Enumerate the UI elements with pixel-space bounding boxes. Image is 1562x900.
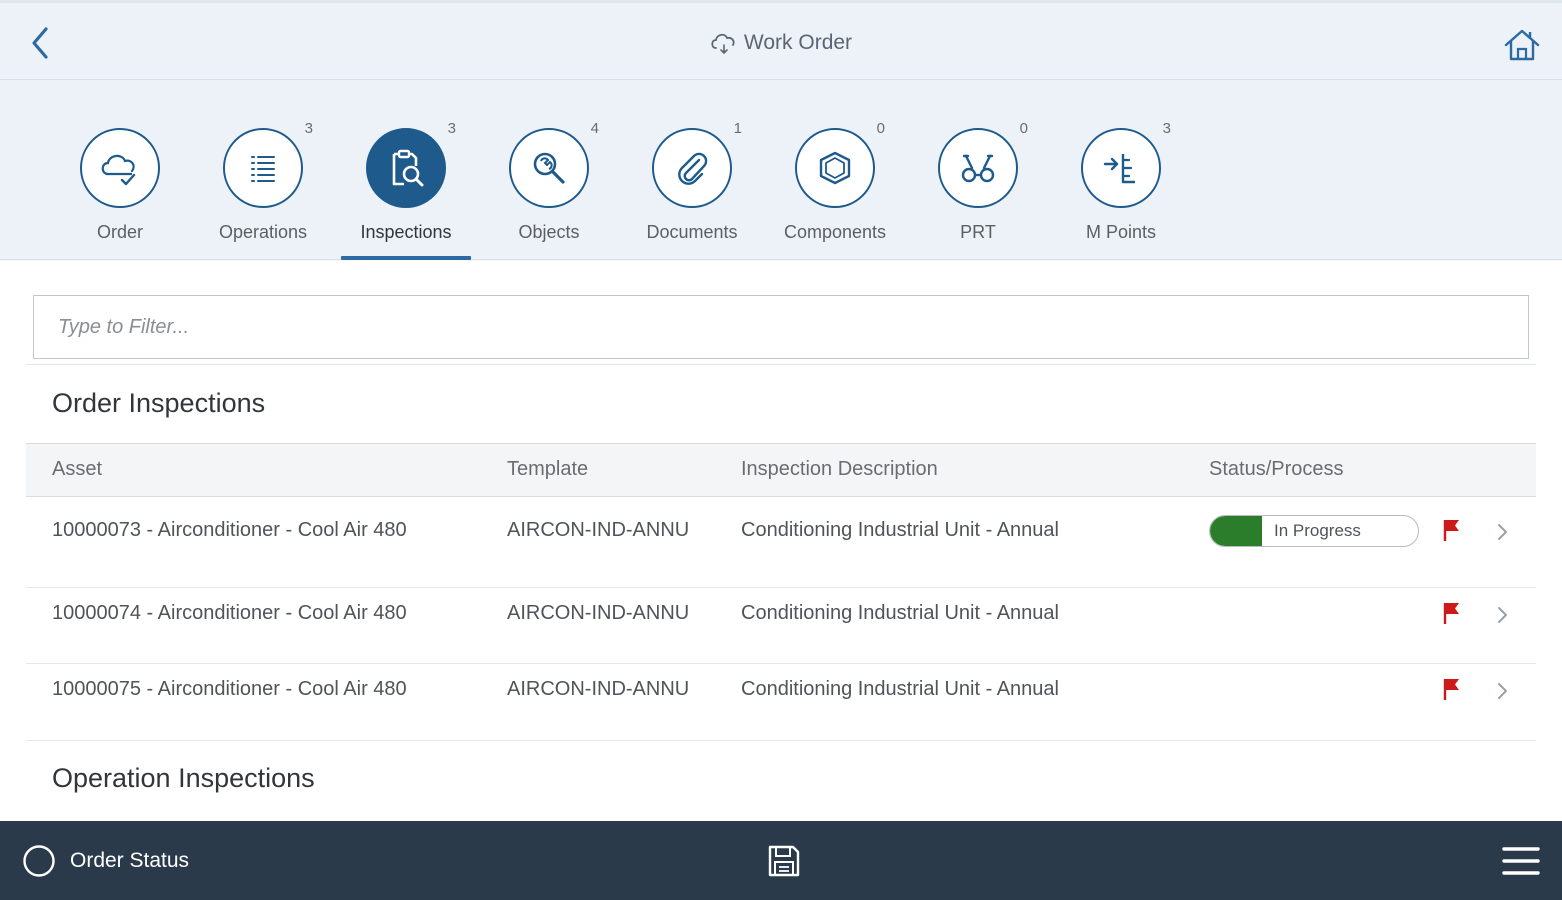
tab-inspections[interactable]: 3 Inspections: [341, 120, 471, 260]
tab-count: 3: [1162, 120, 1171, 137]
status-progress: In Progress: [1209, 515, 1419, 547]
tab-operations[interactable]: 3 Operations: [198, 120, 328, 260]
home-button[interactable]: [1502, 25, 1542, 65]
tab-prt[interactable]: 0 PRT: [913, 120, 1043, 260]
save-button[interactable]: [764, 841, 804, 881]
tab-documents[interactable]: 1 Documents: [627, 120, 757, 260]
home-icon: [1504, 29, 1540, 61]
chevron-right-icon: [1498, 524, 1507, 540]
flag-icon: [1443, 603, 1459, 624]
tab-count: 0: [876, 120, 885, 137]
flag-icon: [1443, 520, 1459, 541]
tab-count: 3: [447, 120, 456, 137]
column-header-asset: Asset: [52, 458, 103, 480]
tab-order[interactable]: Order: [55, 128, 185, 260]
divider: [26, 364, 1536, 365]
description-cell: Conditioning Industrial Unit - Annual: [741, 519, 1059, 541]
tab-bar: Order 3 Operations 3 Inspections 4 Objec…: [0, 80, 1562, 260]
cube-icon: [819, 151, 851, 185]
tab-count: 0: [1019, 120, 1028, 137]
table-row[interactable]: 10000075 - Airconditioner - Cool Air 480…: [26, 664, 1536, 741]
description-cell: Conditioning Industrial Unit - Annual: [741, 678, 1059, 700]
template-cell: AIRCON-IND-ANNU: [507, 519, 690, 541]
tab-label: Inspections: [360, 222, 452, 242]
chevron-left-icon: [32, 27, 48, 59]
page-title: Work Order: [743, 31, 853, 54]
template-cell: AIRCON-IND-ANNU: [507, 602, 690, 624]
filter-input[interactable]: [33, 295, 1529, 359]
order-inspections-title: Order Inspections: [52, 388, 266, 418]
operation-inspections-title: Operation Inspections: [52, 763, 315, 793]
order-status-button[interactable]: Order Status: [22, 843, 189, 879]
tab-components[interactable]: 0 Components: [770, 120, 900, 260]
asset-cell: 10000073 - Airconditioner - Cool Air 480: [52, 519, 407, 541]
tab-label: Objects: [518, 222, 580, 242]
tab-label: M Points: [1085, 222, 1157, 242]
active-tab-indicator: [341, 256, 471, 260]
tab-m-points[interactable]: 3 M Points: [1056, 120, 1186, 260]
status-text: In Progress: [1274, 521, 1361, 540]
flag-icon: [1443, 679, 1459, 700]
column-header-template: Template: [507, 458, 589, 480]
tools-icon: [961, 154, 995, 183]
description-cell: Conditioning Industrial Unit - Annual: [741, 602, 1059, 624]
template-cell: AIRCON-IND-ANNU: [507, 678, 690, 700]
menu-button[interactable]: [1500, 843, 1542, 879]
tab-label: Order: [96, 222, 143, 242]
tab-objects[interactable]: 4 Objects: [484, 120, 614, 260]
table-header: Asset Template Inspection Description St…: [26, 443, 1536, 497]
tab-label: Documents: [646, 222, 738, 242]
tab-count: 3: [304, 120, 313, 137]
list-icon: [251, 156, 275, 182]
hamburger-menu-icon: [1502, 847, 1540, 875]
order-status-label: Order Status: [70, 849, 190, 872]
back-button[interactable]: [22, 23, 58, 63]
column-header-description: Inspection Description: [741, 458, 938, 480]
asset-cell: 10000075 - Airconditioner - Cool Air 480: [52, 678, 407, 700]
search-wrench-icon: [533, 152, 565, 184]
table-row[interactable]: 10000073 - Airconditioner - Cool Air 480…: [26, 497, 1536, 588]
table-row[interactable]: 10000074 - Airconditioner - Cool Air 480…: [26, 588, 1536, 664]
tab-count: 1: [733, 120, 742, 137]
tab-label: PRT: [960, 222, 996, 242]
footer-toolbar: Order Status: [0, 821, 1562, 900]
tab-label: Operations: [218, 222, 308, 242]
paperclip-icon: [678, 152, 708, 185]
inspect-icon: [392, 149, 424, 187]
circle-status-icon: [23, 845, 55, 877]
chevron-right-icon: [1498, 607, 1507, 623]
asset-cell: 10000074 - Airconditioner - Cool Air 480: [52, 602, 407, 624]
tab-label: Components: [783, 222, 887, 242]
column-header-status: Status/Process: [1209, 458, 1344, 480]
save-icon: [768, 845, 800, 877]
progress-fill: [1210, 516, 1262, 546]
chevron-right-icon: [1498, 683, 1507, 699]
content-area: Order Inspections Asset Template Inspect…: [0, 261, 1562, 821]
tab-count: 4: [590, 120, 599, 137]
app-header: Work Order: [0, 0, 1562, 80]
cloud-icon: [711, 33, 735, 54]
measure-points-icon: [1103, 154, 1135, 184]
cloud-check-icon: [101, 154, 136, 186]
